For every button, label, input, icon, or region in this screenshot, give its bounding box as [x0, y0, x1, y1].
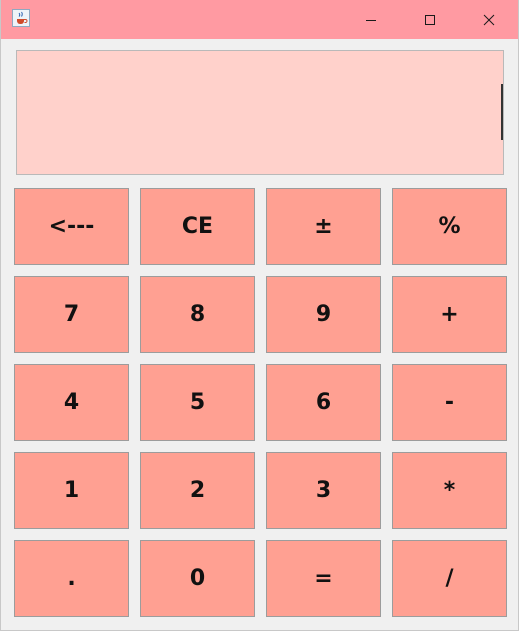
- digit-4-button[interactable]: 4: [14, 364, 129, 441]
- equals-button[interactable]: =: [266, 540, 381, 617]
- display-field[interactable]: [16, 50, 504, 175]
- title-bar[interactable]: [1, 0, 518, 39]
- digit-0-button[interactable]: 0: [140, 540, 255, 617]
- multiply-button[interactable]: *: [392, 452, 507, 529]
- java-cup-icon: [12, 9, 30, 27]
- digit-3-button[interactable]: 3: [266, 452, 381, 529]
- clear-entry-button[interactable]: CE: [140, 188, 255, 265]
- digit-8-button[interactable]: 8: [140, 276, 255, 353]
- digit-2-button[interactable]: 2: [140, 452, 255, 529]
- plus-minus-button[interactable]: ±: [266, 188, 381, 265]
- digit-1-button[interactable]: 1: [14, 452, 129, 529]
- add-button[interactable]: +: [392, 276, 507, 353]
- percent-button[interactable]: %: [392, 188, 507, 265]
- minimize-button[interactable]: [342, 0, 400, 39]
- minimize-icon: [365, 14, 377, 26]
- close-icon: [483, 14, 495, 26]
- close-button[interactable]: [460, 0, 518, 39]
- divide-button[interactable]: /: [392, 540, 507, 617]
- digit-6-button[interactable]: 6: [266, 364, 381, 441]
- subtract-button[interactable]: -: [392, 364, 507, 441]
- maximize-icon: [424, 14, 436, 26]
- calculator-window: <--- CE ± % 7 8 9 + 4 5 6 - 1 2 3 * . 0 …: [0, 0, 519, 631]
- decimal-point-button[interactable]: .: [14, 540, 129, 617]
- digit-7-button[interactable]: 7: [14, 276, 129, 353]
- keypad: <--- CE ± % 7 8 9 + 4 5 6 - 1 2 3 * . 0 …: [14, 188, 509, 618]
- maximize-button[interactable]: [401, 0, 459, 39]
- text-caret: [501, 84, 503, 140]
- digit-9-button[interactable]: 9: [266, 276, 381, 353]
- backspace-button[interactable]: <---: [14, 188, 129, 265]
- digit-5-button[interactable]: 5: [140, 364, 255, 441]
